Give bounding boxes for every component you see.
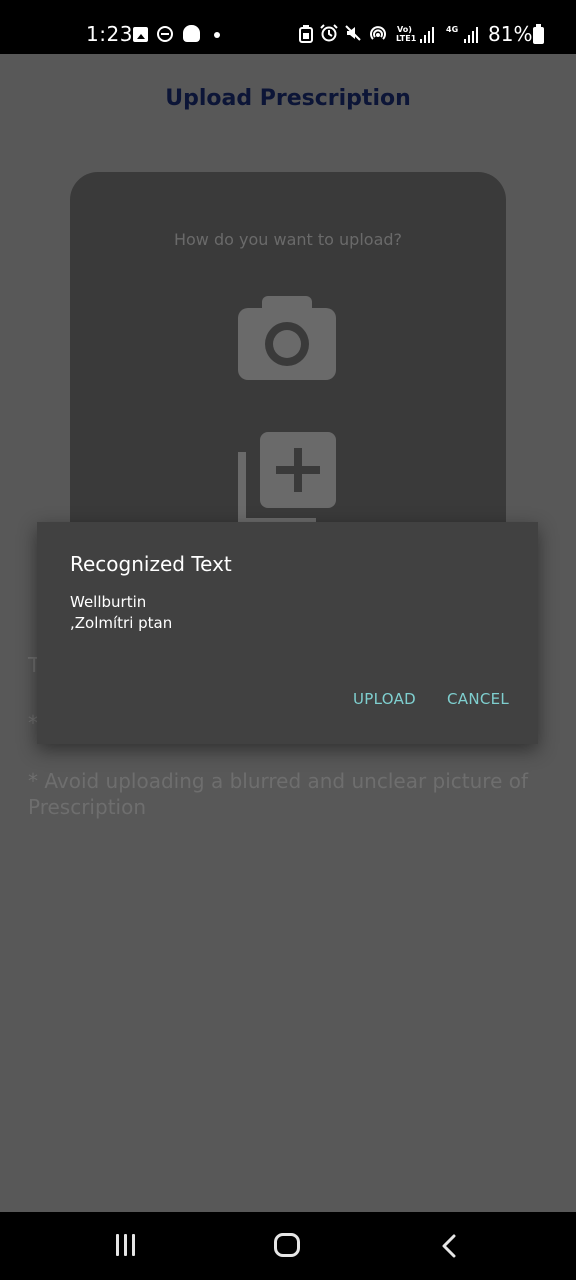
page-title: Upload Prescription bbox=[165, 86, 411, 111]
back-icon[interactable] bbox=[440, 1234, 460, 1258]
battery-saver-icon bbox=[299, 25, 313, 43]
add-photo-icon[interactable] bbox=[238, 430, 338, 530]
status-time: 1:23 bbox=[86, 22, 133, 46]
upload-card: How do you want to upload? bbox=[70, 172, 506, 572]
volte-label: Vo) bbox=[397, 25, 412, 34]
navigation-bar bbox=[0, 1212, 576, 1280]
4g-label: 4G bbox=[446, 25, 459, 34]
cancel-button[interactable]: CANCEL bbox=[447, 690, 509, 708]
recognized-line: Wellburtin bbox=[70, 593, 147, 611]
alarm-icon bbox=[320, 24, 338, 42]
home-icon[interactable] bbox=[274, 1233, 300, 1257]
lte-label: LTE1 bbox=[396, 34, 417, 43]
recognized-text-dialog: Recognized Text Wellburtin ,Zolmítri pta… bbox=[37, 522, 538, 744]
signal-icon bbox=[464, 27, 480, 43]
battery-percent: 81% bbox=[488, 22, 533, 46]
upload-button[interactable]: UPLOAD bbox=[353, 690, 416, 708]
hotspot-icon bbox=[370, 26, 386, 40]
status-bar: 1:23 Vo) LTE1 4G 81% bbox=[0, 0, 576, 54]
gallery-icon bbox=[133, 27, 148, 42]
recognized-line: ,Zolmítri ptan bbox=[70, 614, 173, 632]
upload-question: How do you want to upload? bbox=[173, 230, 403, 249]
recents-icon[interactable] bbox=[114, 1234, 138, 1256]
dnd-icon bbox=[157, 26, 173, 42]
mute-icon bbox=[345, 25, 361, 41]
dialog-title: Recognized Text bbox=[70, 552, 232, 576]
signal-icon bbox=[420, 27, 436, 43]
dialog-body: Wellburtin ,Zolmítri ptan bbox=[70, 592, 172, 634]
battery-icon bbox=[533, 24, 544, 44]
hint-blur-text: * Avoid uploading a blurred and unclear … bbox=[28, 769, 529, 819]
snapchat-icon bbox=[183, 25, 200, 42]
camera-icon[interactable] bbox=[238, 294, 338, 384]
dot-icon bbox=[214, 32, 220, 38]
